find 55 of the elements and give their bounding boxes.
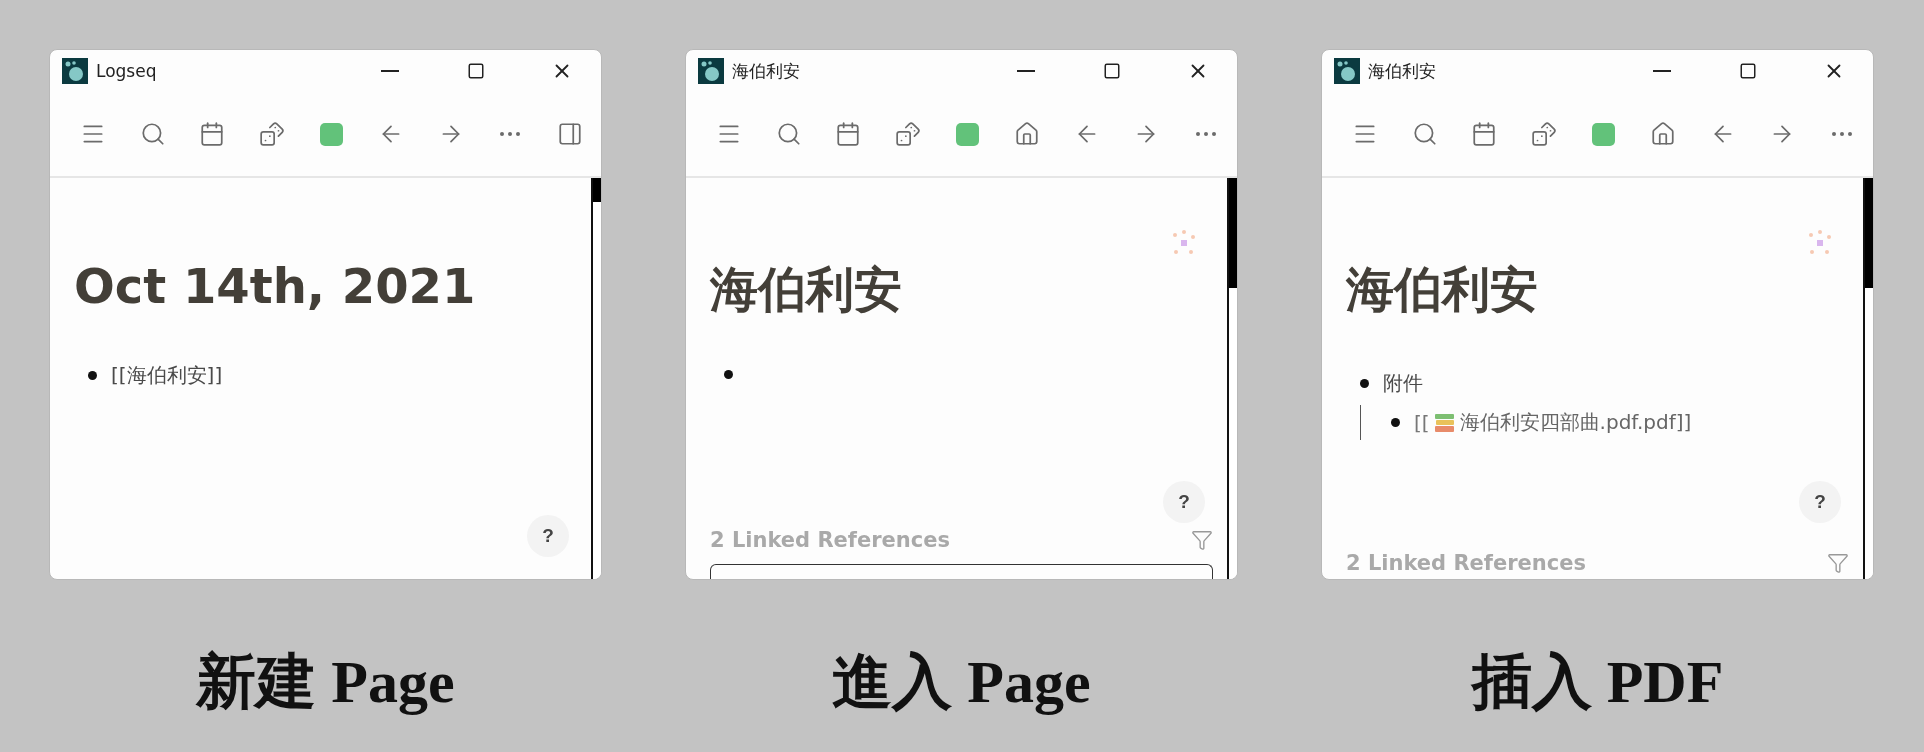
home-icon	[1014, 121, 1041, 147]
scrollbar[interactable]	[1863, 178, 1873, 579]
more-icon	[1196, 132, 1216, 136]
scrollbar-thumb[interactable]	[1865, 178, 1873, 288]
maximize-icon	[1103, 62, 1121, 80]
calendar-icon	[199, 121, 226, 147]
block-text: 附件	[1383, 370, 1423, 397]
page-title: Oct 14th, 2021	[74, 258, 476, 314]
pdf-link[interactable]: [[ 海伯利安四部曲.pdf.pdf]]	[1414, 409, 1692, 436]
help-button[interactable]: ?	[1799, 481, 1841, 523]
bullet-icon	[1360, 379, 1369, 388]
window-title: 海伯利安	[732, 59, 801, 83]
bullet-icon	[88, 371, 97, 380]
search-icon	[775, 121, 802, 147]
block-text: [[海伯利安]]	[111, 362, 223, 389]
search-icon	[139, 121, 166, 147]
scrollbar[interactable]	[591, 178, 601, 579]
caption: 進入 Page	[832, 648, 1091, 717]
scrollbar-thumb[interactable]	[593, 178, 601, 202]
app-logo-icon	[698, 58, 724, 84]
window-title: 海伯利安	[1368, 59, 1437, 83]
help-button[interactable]: ?	[1163, 481, 1205, 523]
bullet-icon	[724, 370, 733, 379]
minimize-icon	[1653, 70, 1671, 72]
caption: 新建 Page	[196, 648, 455, 717]
help-button[interactable]: ?	[527, 515, 569, 557]
window-title: Logseq	[96, 61, 158, 81]
square-icon	[1592, 122, 1615, 146]
dice-icon	[258, 121, 285, 147]
page-title: 海伯利安	[1346, 260, 1538, 319]
scrollbar[interactable]	[1227, 178, 1237, 579]
maximize-icon	[467, 62, 485, 80]
minimize-icon	[1017, 70, 1035, 72]
app-logo-icon	[1334, 58, 1360, 84]
minimize-icon	[381, 70, 399, 72]
sidebar-icon	[557, 121, 583, 147]
home-icon	[1650, 121, 1677, 147]
calendar-icon	[1471, 121, 1498, 147]
dice-icon	[1530, 121, 1557, 147]
filter-icon[interactable]	[1191, 529, 1213, 551]
more-icon	[500, 132, 521, 136]
books-icon	[1433, 411, 1456, 434]
square-icon	[956, 122, 979, 146]
square-icon	[320, 122, 343, 146]
search-icon	[1411, 121, 1438, 147]
app-logo-icon	[62, 58, 88, 84]
dice-icon	[894, 121, 921, 147]
caption: 插入 PDF	[1471, 648, 1724, 717]
calendar-icon	[835, 121, 862, 147]
page-title: 海伯利安	[710, 260, 902, 319]
filter-icon[interactable]	[1827, 552, 1849, 574]
more-icon	[1832, 132, 1852, 136]
maximize-icon	[1739, 62, 1757, 80]
scrollbar-thumb[interactable]	[1229, 178, 1237, 288]
bullet-icon	[1391, 418, 1400, 427]
